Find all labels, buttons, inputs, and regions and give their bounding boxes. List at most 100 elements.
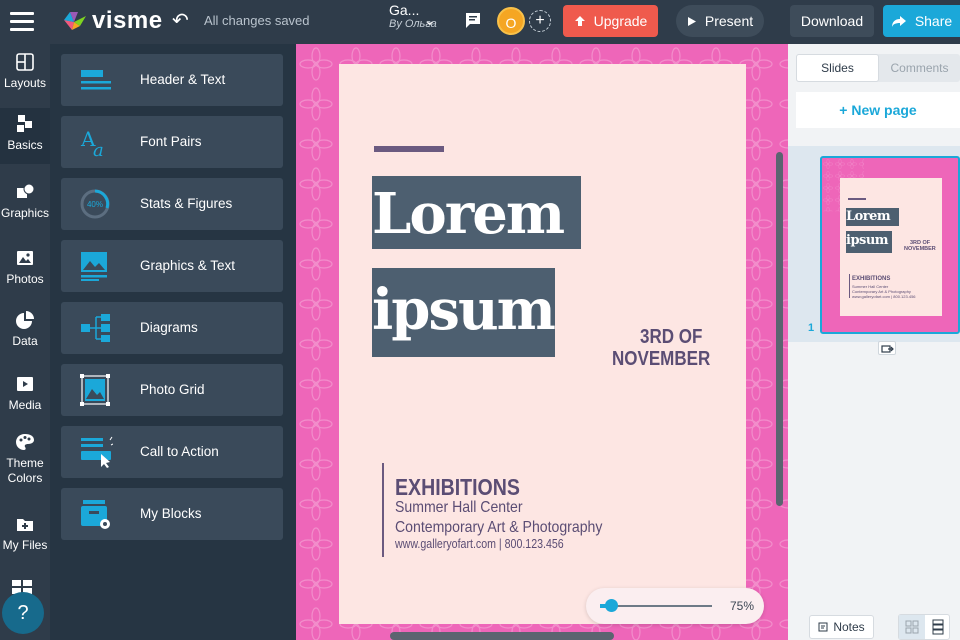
slide-page[interactable]: Lorem ipsum 3RD OF NOVEMBER EXHIBITIONS … xyxy=(339,64,746,624)
block-photo-grid[interactable]: Photo Grid xyxy=(61,364,283,416)
zoom-value: 75% xyxy=(730,599,755,613)
nav-media[interactable]: Media xyxy=(0,374,50,418)
list-view-icon xyxy=(932,619,944,635)
menu-icon[interactable] xyxy=(10,12,34,32)
my-blocks-icon xyxy=(81,500,110,529)
graphics-icon xyxy=(17,183,35,198)
block-stats-figures[interactable]: 40% Stats & Figures xyxy=(61,178,283,230)
stats-figures-icon: 40% xyxy=(80,189,110,219)
grid-view-icon xyxy=(905,620,919,634)
block-header-text[interactable]: Header & Text xyxy=(61,54,283,106)
nav-graphics[interactable]: Graphics xyxy=(0,182,50,226)
photo-grid-icon xyxy=(80,374,110,406)
save-status: All changes saved xyxy=(204,13,310,28)
slide-thumbnail-row[interactable]: 1 Lorem ipsum 3RD OF NOVEMBER EXHIBITION… xyxy=(788,146,960,342)
duplicate-slide-icon[interactable] xyxy=(878,341,896,355)
present-button[interactable]: Present xyxy=(676,5,764,37)
nav-label: My Files xyxy=(2,538,48,552)
nav-data[interactable]: Data xyxy=(0,310,50,354)
data-icon xyxy=(16,311,34,329)
nav-label: Photos xyxy=(6,272,44,286)
zoom-slider-handle[interactable] xyxy=(605,599,619,612)
slide-date-line2[interactable]: NOVEMBER xyxy=(612,348,710,371)
slide-thumbnail[interactable]: Lorem ipsum 3RD OF NOVEMBER EXHIBITIONS … xyxy=(820,156,960,334)
play-icon xyxy=(687,16,696,26)
nav-label: Media xyxy=(8,398,42,412)
nav-label-colors: Colors xyxy=(7,471,43,485)
media-icon xyxy=(17,377,33,391)
tab-comments[interactable]: Comments xyxy=(879,54,960,82)
thumbnail-divider xyxy=(849,274,850,298)
brand-logo[interactable]: visme xyxy=(62,7,163,34)
graphics-text-icon xyxy=(81,252,107,281)
font-pairs-icon: Aa xyxy=(80,127,104,158)
diagrams-icon xyxy=(81,314,110,342)
block-label: Font Pairs xyxy=(140,134,202,149)
chevron-down-icon[interactable]: ⌄ xyxy=(424,12,436,29)
nav-my-files[interactable]: My Files xyxy=(0,514,50,558)
block-call-to-action[interactable]: Call to Action xyxy=(61,426,283,478)
thumbnail-title-line2: ipsum xyxy=(846,231,892,253)
download-button[interactable]: Download xyxy=(790,5,874,37)
brand-name: visme xyxy=(92,7,163,34)
share-button[interactable]: Share xyxy=(883,5,960,37)
view-toggle xyxy=(898,614,950,640)
block-label: Call to Action xyxy=(140,444,219,459)
slide-date-line1[interactable]: 3RD OF xyxy=(640,326,702,349)
layouts-icon xyxy=(16,53,34,71)
photos-icon xyxy=(17,251,33,265)
exhibitions-venue[interactable]: Summer Hall Center xyxy=(395,499,523,517)
thumbnail-exhibitions: EXHIBITIONS xyxy=(852,276,891,282)
canvas-area[interactable]: Lorem ipsum 3RD OF NOVEMBER EXHIBITIONS … xyxy=(296,44,788,640)
exhibitions-contact[interactable]: www.galleryofart.com | 800.123.456 xyxy=(395,537,564,551)
comment-icon[interactable] xyxy=(464,12,482,29)
slide-title-line2[interactable]: ipsum xyxy=(372,282,556,338)
call-to-action-icon xyxy=(81,436,113,468)
upgrade-label: Upgrade xyxy=(593,13,648,29)
exhibitions-heading[interactable]: EXHIBITIONS xyxy=(395,474,520,501)
svg-text:a: a xyxy=(93,140,104,158)
block-label: Photo Grid xyxy=(140,382,205,397)
block-label: Header & Text xyxy=(140,72,226,87)
thumbnail-title-line1: Lorem xyxy=(846,208,899,226)
notes-button[interactable]: Notes xyxy=(809,615,874,639)
divider xyxy=(382,463,384,557)
block-font-pairs[interactable]: Aa Font Pairs xyxy=(61,116,283,168)
grid-view-button[interactable] xyxy=(899,615,925,639)
nav-photos[interactable]: Photos xyxy=(0,248,50,292)
undo-icon[interactable]: ↶ xyxy=(172,10,194,32)
block-diagrams[interactable]: Diagrams xyxy=(61,302,283,354)
nav-layouts[interactable]: Layouts xyxy=(0,52,50,96)
thumbnail-bar xyxy=(848,198,866,200)
nav-basics[interactable]: Basics xyxy=(0,108,50,164)
basics-icon xyxy=(17,115,32,132)
stats-badge: 40% xyxy=(87,200,103,209)
document-title[interactable]: Ga... xyxy=(389,2,419,18)
nav-label: Data xyxy=(12,334,38,348)
block-my-blocks[interactable]: My Blocks xyxy=(61,488,283,540)
new-page-button[interactable]: + New page xyxy=(796,92,960,128)
upgrade-button[interactable]: Upgrade xyxy=(563,5,658,37)
slide-title-line1[interactable]: Lorem xyxy=(372,186,565,242)
avatar[interactable]: O xyxy=(497,7,525,35)
nav-label-theme: Theme xyxy=(6,456,44,470)
thumbnail-page: Lorem ipsum 3RD OF NOVEMBER EXHIBITIONS … xyxy=(840,178,942,316)
vertical-scrollbar[interactable] xyxy=(776,152,783,506)
slide-number: 1 xyxy=(808,322,815,334)
list-view-button[interactable] xyxy=(925,615,951,639)
add-collaborator-icon[interactable]: + xyxy=(529,10,551,32)
block-label: Graphics & Text xyxy=(140,258,236,273)
left-nav: Layouts Basics Graphics Photos Data Medi… xyxy=(0,44,50,640)
present-label: Present xyxy=(704,13,754,29)
exhibitions-subtitle[interactable]: Contemporary Art & Photography xyxy=(395,519,602,537)
nav-label: Basics xyxy=(7,138,43,152)
zoom-control: 75% xyxy=(586,588,764,624)
block-graphics-text[interactable]: Graphics & Text xyxy=(61,240,283,292)
block-label: My Blocks xyxy=(140,506,202,521)
thumbnail-date-line2: NOVEMBER xyxy=(904,246,936,252)
visme-logo-icon xyxy=(64,12,86,30)
help-button[interactable]: ? xyxy=(2,592,44,634)
nav-theme-colors[interactable]: Theme Colors xyxy=(0,432,50,492)
horizontal-scrollbar[interactable] xyxy=(390,632,614,640)
tab-slides[interactable]: Slides xyxy=(796,54,879,82)
